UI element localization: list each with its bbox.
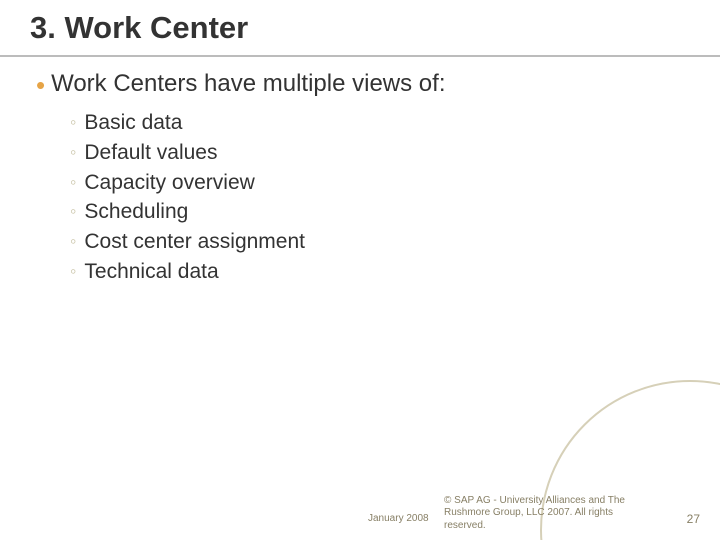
list-item: ◦ Capacity overview (70, 168, 305, 198)
footer-copyright: © SAP AG - University Alliances and The … (444, 495, 644, 533)
bullet-circle-icon: ◦ (70, 138, 76, 167)
list-item: ◦ Default values (70, 138, 305, 168)
bullet-circle-icon: ◦ (70, 168, 76, 197)
list-item: ◦ Basic data (70, 108, 305, 138)
list-item-text: Default values (84, 138, 217, 168)
bullet-level1-text: Work Centers have multiple views of: (51, 70, 445, 97)
list-item-text: Basic data (84, 108, 182, 138)
bullet-circle-icon: ◦ (70, 227, 76, 256)
list-item-text: Capacity overview (84, 168, 254, 198)
bullet-level1: •Work Centers have multiple views of: (36, 70, 445, 98)
footer-page-number: 27 (687, 512, 700, 526)
slide-title: 3. Work Center (30, 10, 248, 46)
slide: 3. Work Center •Work Centers have multip… (0, 0, 720, 540)
list-item: ◦ Technical data (70, 257, 305, 287)
title-underline (0, 55, 720, 57)
sub-bullet-list: ◦ Basic data ◦ Default values ◦ Capacity… (70, 108, 305, 287)
list-item-text: Cost center assignment (84, 227, 305, 257)
list-item: ◦ Scheduling (70, 197, 305, 227)
list-item-text: Scheduling (84, 197, 188, 227)
footer-date: January 2008 (368, 513, 429, 524)
bullet-circle-icon: ◦ (70, 197, 76, 226)
list-item-text: Technical data (84, 257, 218, 287)
bullet-circle-icon: ◦ (70, 108, 76, 137)
bullet-dot-icon: • (36, 70, 45, 100)
bullet-circle-icon: ◦ (70, 257, 76, 286)
list-item: ◦ Cost center assignment (70, 227, 305, 257)
